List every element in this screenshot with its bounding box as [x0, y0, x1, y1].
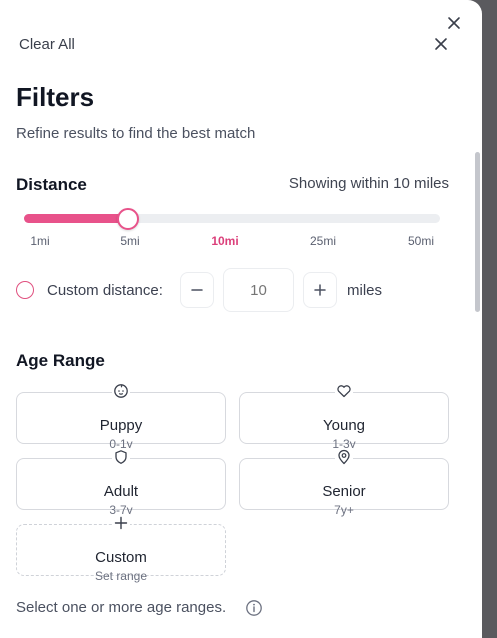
distance-section-title: Distance [16, 175, 87, 194]
filters-panel: Clear All Filters Refine results to find… [0, 0, 482, 638]
increment-button[interactable] [303, 272, 337, 308]
page-subtitle: Refine results to find the best match [16, 125, 256, 142]
tick-1mi[interactable]: 1mi [30, 234, 49, 248]
decrement-button[interactable] [180, 272, 214, 308]
info-icon[interactable] [245, 599, 263, 617]
miles-unit-label: miles [347, 282, 383, 299]
age-option-adult[interactable]: Adult 3-7y [16, 448, 226, 517]
plus-icon [112, 514, 130, 532]
age-range-section-title: Age Range [16, 351, 105, 370]
age-option-young[interactable]: Young 1-3y [239, 382, 449, 451]
shield-icon [112, 448, 130, 466]
tick-10mi[interactable]: 10mi [211, 234, 238, 248]
age-option-senior[interactable]: Senior 7y+ [239, 448, 449, 517]
map-pin-icon [335, 448, 353, 466]
distance-slider-fill [24, 214, 128, 223]
age-option-label: Young [323, 417, 365, 434]
age-option-label: Puppy [99, 417, 143, 434]
minus-icon [191, 289, 203, 291]
age-option-puppy[interactable]: Puppy 0-1y [16, 382, 226, 451]
custom-distance-input[interactable] [223, 268, 294, 312]
age-option-range: Set range [94, 569, 148, 583]
age-option-label: Adult [103, 483, 139, 500]
plus-icon [314, 284, 326, 296]
tick-25mi[interactable]: 25mi [310, 234, 336, 248]
age-range-help-text: Select one or more age ranges. [16, 599, 227, 616]
age-option-label: Senior [322, 483, 366, 500]
age-option-range: 7y+ [334, 503, 354, 517]
close-filters-button[interactable] [431, 34, 451, 54]
close-icon [448, 17, 460, 29]
outer-close-button[interactable] [444, 13, 464, 33]
custom-distance-radio[interactable] [16, 281, 34, 299]
tick-5mi[interactable]: 5mi [120, 234, 139, 248]
clear-all-button[interactable]: Clear All [19, 36, 75, 53]
distance-slider-track[interactable] [24, 214, 440, 223]
age-option-custom[interactable]: Custom Set range [16, 514, 226, 583]
distance-slider-thumb[interactable] [117, 208, 139, 230]
page-title: Filters [16, 82, 95, 112]
heart-icon [335, 382, 353, 400]
distance-status-text: Showing within 10 miles [288, 175, 449, 192]
tick-50mi[interactable]: 50mi [408, 234, 434, 248]
close-icon [435, 38, 447, 50]
baby-face-icon [112, 382, 130, 400]
custom-distance-label: Custom distance: [47, 282, 163, 299]
scrollbar-thumb[interactable] [475, 152, 480, 312]
age-option-label: Custom [95, 549, 147, 566]
